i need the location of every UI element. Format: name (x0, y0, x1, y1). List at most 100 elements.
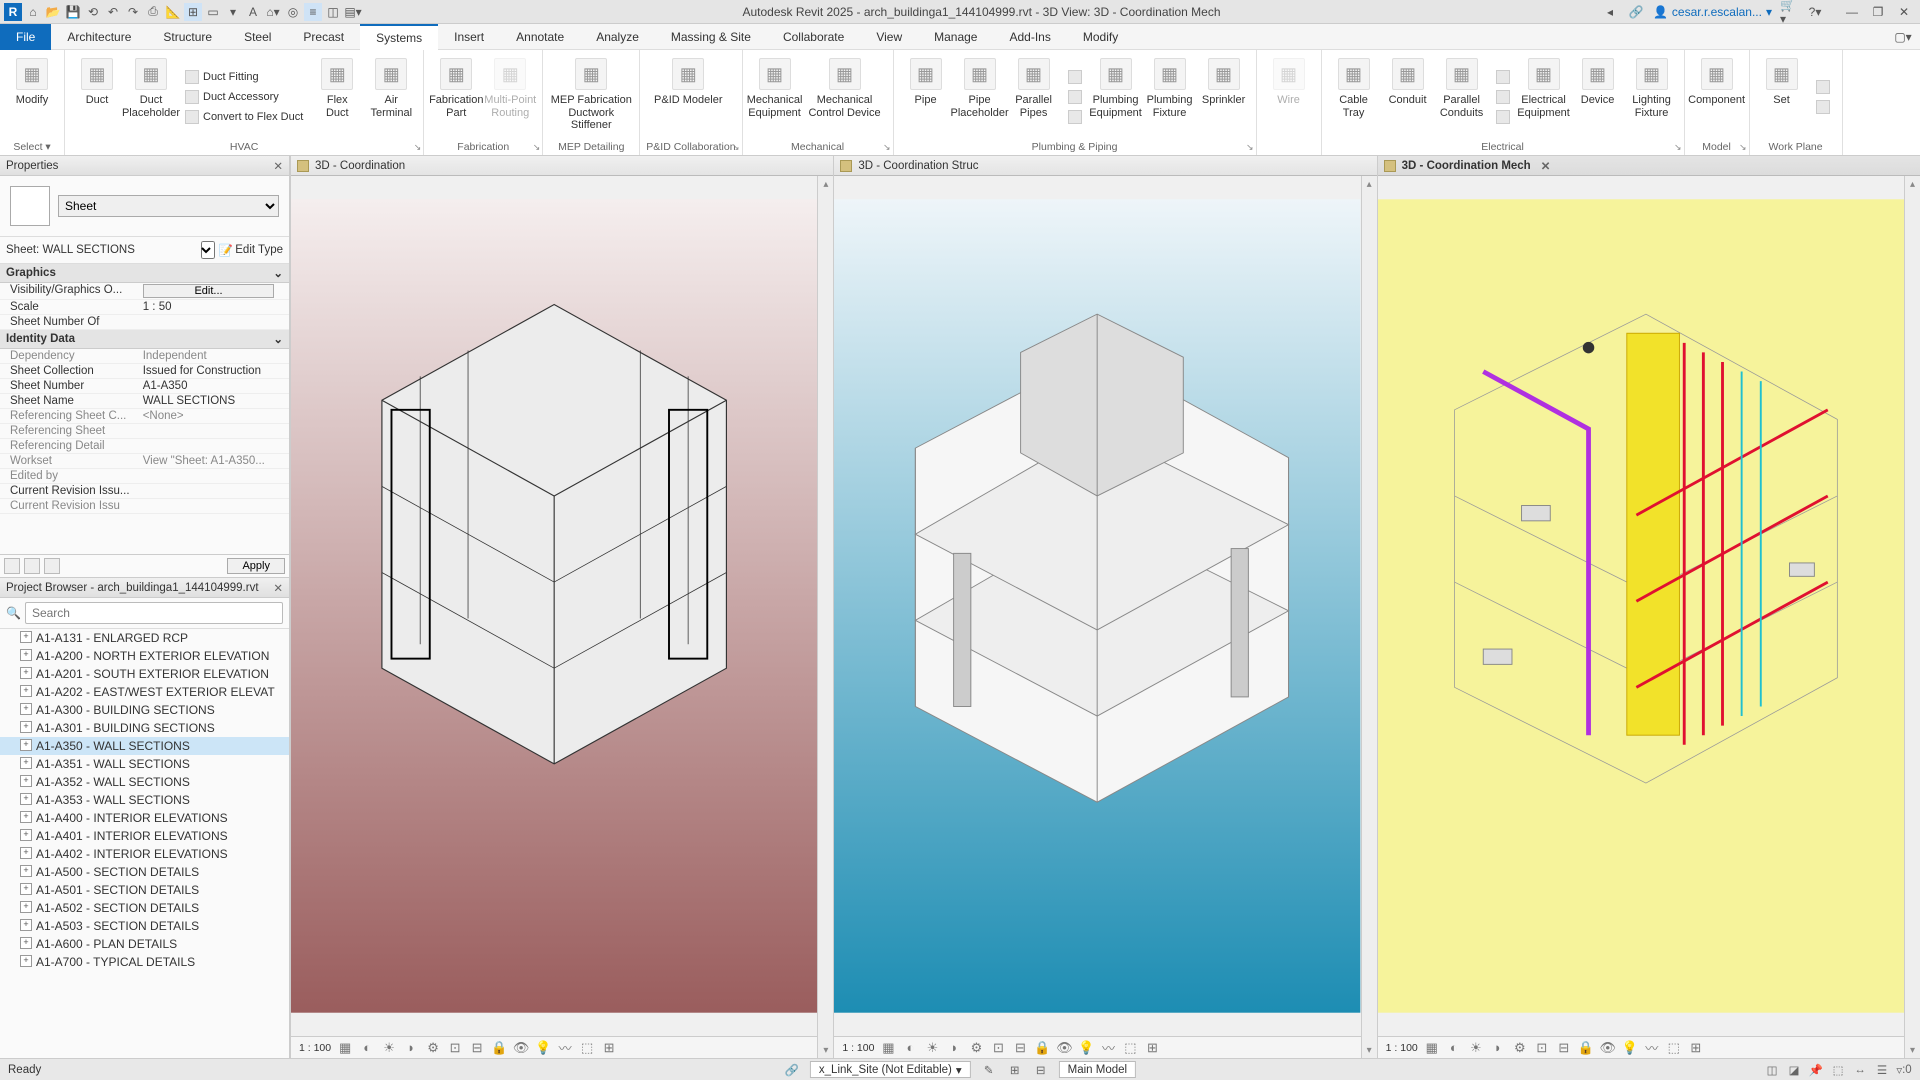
visual-style-icon[interactable]: ◐ (359, 1040, 375, 1056)
detail-level-icon[interactable]: ▦ (880, 1040, 896, 1056)
property-category[interactable]: Identity Data⌄ (0, 330, 289, 349)
tab-view[interactable]: View (860, 24, 918, 50)
tree-item[interactable]: A1-A300 - BUILDING SECTIONS (0, 701, 289, 719)
thin-lines-icon[interactable]: ⊞ (184, 3, 202, 21)
model-combo[interactable]: Main Model (1059, 1061, 1136, 1078)
properties-type-selector[interactable]: Sheet (0, 176, 289, 237)
drag-icon[interactable]: ↔ (1852, 1062, 1868, 1078)
visual-style-icon[interactable]: ◐ (902, 1040, 918, 1056)
sun-path-icon[interactable]: ☀ (1468, 1040, 1484, 1056)
duct-fitting-button[interactable]: Duct Fitting (179, 67, 309, 87)
crop-visible-icon[interactable]: ⊟ (1012, 1040, 1028, 1056)
sprinkler-button[interactable]: ▦Sprinkler (1198, 54, 1250, 136)
tab-systems[interactable]: Systems (360, 24, 438, 50)
duct-accessory-button[interactable]: Duct Accessory (179, 87, 309, 107)
reveal-icon[interactable]: 💡 (1078, 1040, 1094, 1056)
select-face-icon[interactable]: ⬚ (1830, 1062, 1846, 1078)
detail-level-icon[interactable]: ▦ (1424, 1040, 1440, 1056)
analytical-icon[interactable]: 〰 (557, 1040, 573, 1056)
link-icon[interactable]: 🔗 (1627, 3, 1645, 21)
default-3d-icon[interactable]: ⌂▾ (264, 3, 282, 21)
expand-icon[interactable]: ↘ (1674, 142, 1682, 153)
scrollbar-vertical[interactable]: ▴▾ (1904, 176, 1920, 1058)
sync-icon[interactable]: ⟲ (84, 3, 102, 21)
tree-item[interactable]: A1-A402 - INTERIOR ELEVATIONS (0, 845, 289, 863)
select-links-icon[interactable]: ◫ (1764, 1062, 1780, 1078)
sun-path-icon[interactable]: ☀ (381, 1040, 397, 1056)
cart-icon[interactable]: 🛒▾ (1780, 3, 1798, 21)
align-icon[interactable]: ≡ (304, 3, 322, 21)
tree-item[interactable]: A1-A400 - INTERIOR ELEVATIONS (0, 809, 289, 827)
tree-item[interactable]: A1-A301 - BUILDING SECTIONS (0, 719, 289, 737)
crop-icon[interactable]: ⊡ (990, 1040, 1006, 1056)
tree-item[interactable]: A1-A200 - NORTH EXTERIOR ELEVATION (0, 647, 289, 665)
parallel-conduits-button[interactable]: ▦ParallelConduits (1436, 54, 1488, 136)
shadows-icon[interactable]: ◗ (1490, 1040, 1506, 1056)
tab-analyze[interactable]: Analyze (580, 24, 655, 50)
project-browser-tree[interactable]: A1-A131 - ENLARGED RCPA1-A200 - NORTH EX… (0, 629, 289, 1058)
property-row[interactable]: Referencing Detail (0, 439, 289, 454)
property-category[interactable]: Graphics⌄ (0, 264, 289, 283)
type-selector-dropdown[interactable]: Sheet (58, 195, 279, 217)
expand-icon[interactable]: ↘ (883, 142, 891, 153)
lock-icon[interactable]: 🔒 (1578, 1040, 1594, 1056)
minimize-button[interactable]: — (1840, 3, 1864, 21)
undo-icon[interactable]: ↶ (104, 3, 122, 21)
props-tool-3-icon[interactable] (44, 558, 60, 574)
tree-item[interactable]: A1-A502 - SECTION DETAILS (0, 899, 289, 917)
tree-item[interactable]: A1-A131 - ENLARGED RCP (0, 629, 289, 647)
props-tool-1-icon[interactable] (4, 558, 20, 574)
reveal-icon[interactable]: 💡 (1622, 1040, 1638, 1056)
worksharing-icon[interactable]: ⬚ (1666, 1040, 1682, 1056)
tab-architecture[interactable]: Architecture (51, 24, 147, 50)
stacked-icon-button[interactable] (1062, 67, 1088, 87)
crop-icon[interactable]: ⊡ (447, 1040, 463, 1056)
tree-item[interactable]: A1-A351 - WALL SECTIONS (0, 755, 289, 773)
tab-structure[interactable]: Structure (147, 24, 228, 50)
duct-button[interactable]: ▦Duct (71, 54, 123, 136)
design-options-icon[interactable]: ⊞ (1007, 1062, 1023, 1078)
parallel-pipes-button[interactable]: ▦ParallelPipes (1008, 54, 1060, 136)
switch-windows-icon[interactable]: ▾ (224, 3, 242, 21)
property-row[interactable]: Sheet Number Of (0, 315, 289, 330)
rendering-icon[interactable]: ⚙ (425, 1040, 441, 1056)
tree-item[interactable]: A1-A600 - PLAN DETAILS (0, 935, 289, 953)
modify-button[interactable]: ▦Modify (6, 54, 58, 136)
exclude-icon[interactable]: ⊟ (1033, 1062, 1049, 1078)
tree-item[interactable]: A1-A700 - TYPICAL DETAILS (0, 953, 289, 971)
expand-icon[interactable]: ↘ (1739, 142, 1747, 153)
set-button[interactable]: ▦Set (1756, 54, 1808, 136)
expand-icon[interactable]: ↘ (533, 142, 541, 153)
flex-duct-button[interactable]: ▦FlexDuct (311, 54, 363, 136)
stacked-icon-button[interactable] (1490, 87, 1516, 107)
tree-item[interactable]: A1-A201 - SOUTH EXTERIOR ELEVATION (0, 665, 289, 683)
property-row[interactable]: Referencing Sheet C...<None> (0, 409, 289, 424)
visual-style-icon[interactable]: ◐ (1446, 1040, 1462, 1056)
print-icon[interactable]: ⎙ (144, 3, 162, 21)
tab-insert[interactable]: Insert (438, 24, 500, 50)
view-header[interactable]: 3D - Coordination Struc (834, 156, 1376, 176)
cable-tray-button[interactable]: ▦CableTray (1328, 54, 1380, 136)
close-button[interactable]: ✕ (1892, 3, 1916, 21)
mechanical-control-device-button[interactable]: ▦MechanicalControl Device (803, 54, 887, 136)
plumbing-equipment-button[interactable]: ▦PlumbingEquipment (1090, 54, 1142, 136)
property-row[interactable]: Current Revision Issu (0, 499, 289, 514)
electrical-equipment-button[interactable]: ▦ElectricalEquipment (1518, 54, 1570, 136)
convert-to-flex-duct-button[interactable]: Convert to Flex Duct (179, 107, 309, 127)
fabrication-part-button[interactable]: ▦FabricationPart (430, 54, 482, 136)
property-row[interactable]: DependencyIndependent (0, 349, 289, 364)
tree-item[interactable]: A1-A500 - SECTION DETAILS (0, 863, 289, 881)
lock-icon[interactable]: 🔒 (491, 1040, 507, 1056)
apply-button[interactable]: Apply (227, 558, 285, 574)
tree-item[interactable]: A1-A353 - WALL SECTIONS (0, 791, 289, 809)
pipe-placeholder-button[interactable]: ▦PipePlaceholder (954, 54, 1006, 136)
help-icon[interactable]: ?▾ (1806, 3, 1824, 21)
tree-item[interactable]: A1-A503 - SECTION DETAILS (0, 917, 289, 935)
edit-button[interactable]: Edit... (143, 284, 275, 298)
ribbon-collapse-icon[interactable]: ▢▾ (1894, 28, 1912, 46)
property-row[interactable]: Edited by (0, 469, 289, 484)
view-header[interactable]: 3D - Coordination Mech✕ (1378, 156, 1920, 176)
property-row[interactable]: Current Revision Issu... (0, 484, 289, 499)
search-input[interactable] (25, 602, 283, 624)
device-button[interactable]: ▦Device (1572, 54, 1624, 136)
